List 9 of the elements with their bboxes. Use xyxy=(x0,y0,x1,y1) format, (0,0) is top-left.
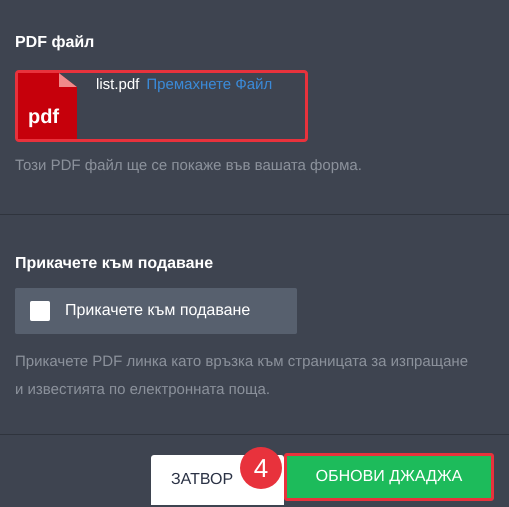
file-name: list.pdf xyxy=(96,75,140,95)
section-title: PDF файл xyxy=(15,33,96,53)
section-title: Прикачете към подаване xyxy=(15,254,214,274)
close-button[interactable]: ЗАТВОР xyxy=(151,455,241,505)
help-text: Този PDF файл ще се покаже във вашата форма. xyxy=(15,156,363,176)
checkbox[interactable] xyxy=(30,301,50,321)
attach-checkbox-button[interactable]: Прикачете към подаване xyxy=(15,288,297,334)
pdf-file-icon: pdf xyxy=(18,73,77,139)
help-text: Прикачете PDF линка като връзка към страницата за изпращане и известията по електронната поща. xyxy=(15,352,470,400)
